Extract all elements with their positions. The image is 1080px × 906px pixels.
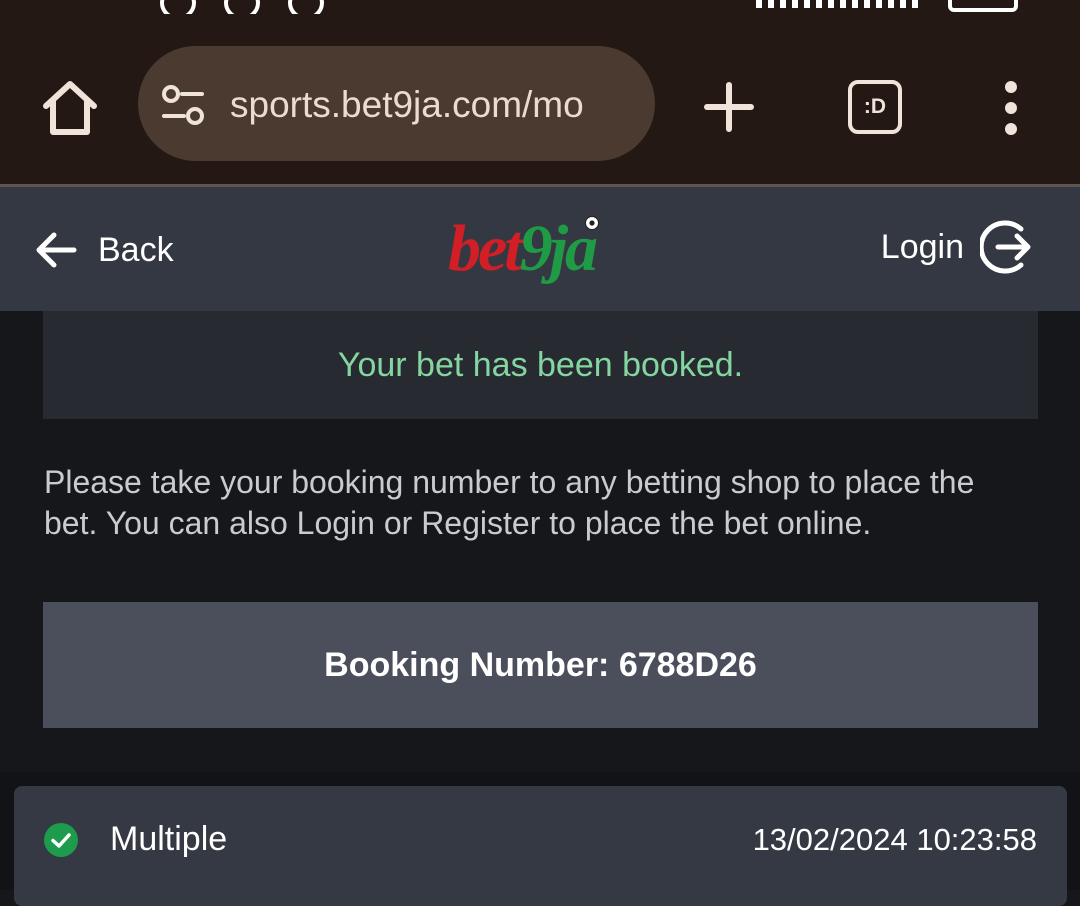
arrow-left-icon bbox=[36, 232, 77, 268]
url-text[interactable]: sports.bet9ja.com/mo bbox=[230, 82, 640, 128]
more-menu-icon[interactable] bbox=[1002, 80, 1020, 136]
new-tab-icon[interactable] bbox=[704, 82, 754, 132]
back-label: Back bbox=[98, 230, 174, 269]
status-bar bbox=[0, 0, 1080, 14]
bet-summary-card[interactable]: Multiple 13/02/2024 10:23:58 bbox=[14, 786, 1067, 906]
site-header: Back bet9ja Login bbox=[0, 187, 1080, 311]
login-button[interactable]: Login bbox=[881, 217, 1038, 277]
battery-icon bbox=[948, 0, 1018, 12]
bet-timestamp: 13/02/2024 10:23:58 bbox=[752, 822, 1037, 857]
booking-number: Booking Number: 6788D26 bbox=[43, 602, 1038, 728]
logo-text-bet: bet bbox=[448, 212, 523, 285]
home-icon[interactable] bbox=[40, 78, 100, 138]
status-icons bbox=[160, 0, 324, 14]
booking-instructions: Please take your booking number to any b… bbox=[44, 464, 975, 541]
signal-icon bbox=[756, 0, 918, 8]
address-bar[interactable]: sports.bet9ja.com/mo bbox=[138, 46, 655, 161]
site-settings-icon[interactable] bbox=[160, 82, 206, 128]
logo-text-9ja: 9ja bbox=[519, 212, 598, 285]
login-arrow-icon bbox=[980, 220, 1031, 274]
bet9ja-logo[interactable]: bet9ja bbox=[448, 211, 638, 287]
login-label: Login bbox=[880, 227, 964, 266]
back-button[interactable]: Back bbox=[34, 223, 174, 277]
browser-toolbar: sports.bet9ja.com/mo :D bbox=[0, 14, 1080, 186]
bet-type: Multiple bbox=[110, 820, 228, 858]
tab-switcher-button[interactable]: :D bbox=[848, 80, 902, 134]
booking-success-message: Your bet has been booked. bbox=[43, 311, 1038, 419]
check-circle-icon bbox=[44, 823, 78, 857]
football-icon bbox=[585, 216, 599, 230]
